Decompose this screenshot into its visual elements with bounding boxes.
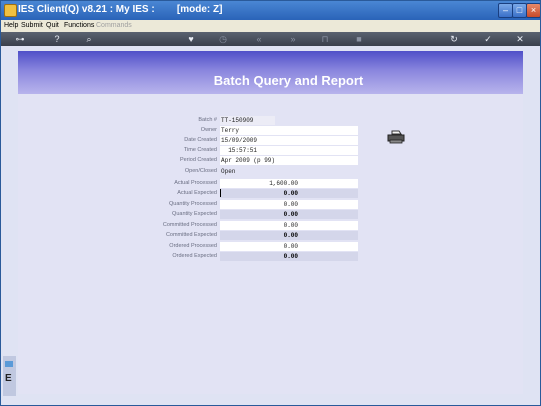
- menu-quit[interactable]: Quit: [46, 22, 59, 29]
- search-icon[interactable]: ⌕: [83, 33, 95, 45]
- ordered-expected-field[interactable]: 0.00: [220, 252, 358, 261]
- stop-icon[interactable]: ■: [353, 33, 365, 45]
- open-closed-field[interactable]: Open: [220, 167, 358, 176]
- app-window: IES Client(Q) v8.21 : My IES : [mode: Z]…: [0, 0, 541, 406]
- label-ordered-expected: Ordered Expected: [172, 253, 217, 259]
- label-open-closed: Open/Closed: [184, 168, 217, 174]
- key-icon[interactable]: ⊶: [7, 33, 33, 45]
- maximize-button[interactable]: □: [512, 3, 527, 18]
- label-ordered-processed: Ordered Processed: [169, 243, 217, 249]
- batch-number-field[interactable]: TT-150909: [220, 116, 275, 125]
- menu-functions[interactable]: Functions: [64, 22, 94, 29]
- page-header: Batch Query and Report: [18, 51, 523, 94]
- forward-icon[interactable]: »: [287, 33, 299, 45]
- label-period-created: Period Created: [180, 157, 217, 163]
- menu-help[interactable]: Help: [4, 22, 18, 29]
- committed-processed-field[interactable]: 0.00: [220, 221, 358, 230]
- label-actual-processed: Actual Processed: [174, 180, 217, 186]
- menu-submit[interactable]: Submit: [21, 22, 43, 29]
- side-letter: E: [5, 373, 12, 384]
- time-created-field[interactable]: 15:57:51: [220, 146, 358, 155]
- period-created-field[interactable]: Apr 2009 (p 99): [220, 156, 358, 165]
- app-icon: [4, 4, 17, 17]
- refresh-icon[interactable]: ↻: [448, 33, 460, 45]
- label-batch: Batch #: [198, 117, 217, 123]
- label-quantity-expected: Quantity Expected: [172, 211, 217, 217]
- label-actual-expected: Actual Expected: [177, 190, 217, 196]
- quantity-processed-field[interactable]: 0.00: [220, 200, 358, 209]
- clock-icon[interactable]: ◷: [217, 33, 229, 45]
- menu-commands: Commands: [96, 22, 132, 29]
- side-app-icon[interactable]: [5, 361, 13, 367]
- cancel-icon[interactable]: ✕: [514, 33, 526, 45]
- actual-expected-field[interactable]: 0.00: [220, 189, 358, 198]
- toolbar: ⊶ ? ⌕ ♥ ◷ « » ⊓ ■ ↻ ✓ ✕: [1, 32, 540, 46]
- lock-icon[interactable]: ⊓: [319, 33, 331, 45]
- committed-expected-field[interactable]: 0.00: [220, 231, 358, 240]
- printer-icon[interactable]: [387, 130, 405, 144]
- label-committed-processed: Committed Processed: [162, 222, 217, 228]
- minimize-button[interactable]: –: [498, 3, 513, 18]
- ordered-processed-field[interactable]: 0.00: [220, 242, 358, 251]
- label-committed-expected: Committed Expected: [165, 232, 217, 238]
- owner-field[interactable]: Terry: [220, 126, 358, 135]
- back-icon[interactable]: «: [253, 33, 265, 45]
- window-title: IES Client(Q) v8.21 : My IES : [mode: Z]: [18, 4, 223, 15]
- label-date-created: Date Created: [184, 137, 217, 143]
- ok-icon[interactable]: ✓: [482, 33, 494, 45]
- title-bar: IES Client(Q) v8.21 : My IES : [mode: Z]…: [1, 1, 540, 20]
- date-created-field[interactable]: 15/09/2009: [220, 136, 358, 145]
- quantity-expected-field[interactable]: 0.00: [220, 210, 358, 219]
- favorite-heart-icon[interactable]: ♥: [185, 33, 197, 45]
- menu-bar: Help Submit Quit Functions Commands: [1, 20, 540, 32]
- close-button[interactable]: ×: [526, 3, 540, 18]
- label-owner: Owner: [200, 127, 217, 133]
- label-time-created: Time Created: [183, 147, 217, 153]
- page-title: Batch Query and Report: [213, 73, 364, 88]
- text-cursor: [220, 189, 221, 197]
- help-icon[interactable]: ?: [51, 33, 63, 45]
- label-quantity-processed: Quantity Processed: [169, 201, 217, 207]
- actual-processed-field[interactable]: 1,600.00: [220, 179, 358, 188]
